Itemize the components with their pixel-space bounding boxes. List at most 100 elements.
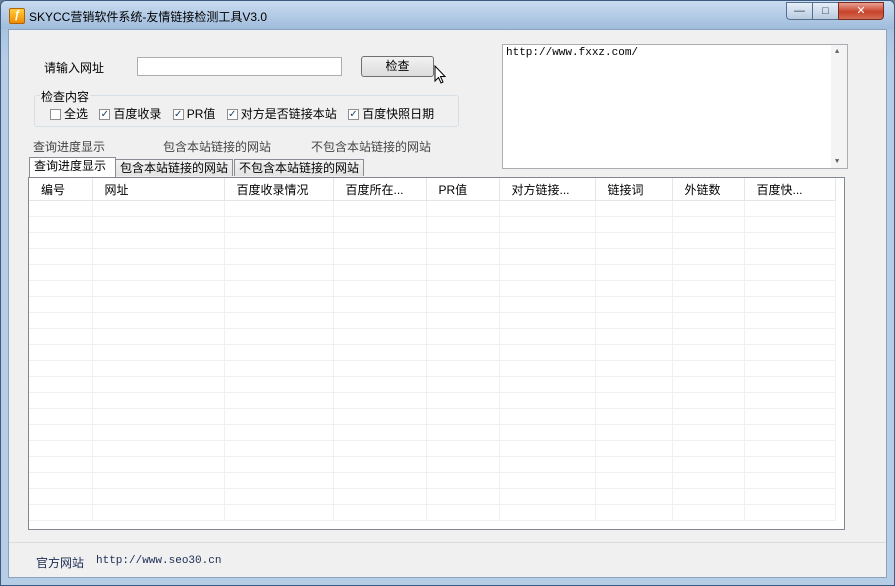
table-cell [499, 456, 596, 473]
table-row[interactable] [29, 392, 836, 409]
table-row[interactable] [29, 456, 836, 473]
table-cell [744, 280, 836, 297]
table-cell [92, 312, 225, 329]
table-row[interactable] [29, 408, 836, 425]
table-cell [333, 456, 427, 473]
table-row[interactable] [29, 280, 836, 297]
option-backlink[interactable]: ✓ 对方是否链接本站 [226, 105, 337, 122]
table-cell [92, 376, 225, 393]
url-list-textarea[interactable]: http://www.fxxz.com/ ▲ ▼ [502, 44, 848, 169]
column-header[interactable]: 百度快... [744, 178, 836, 201]
table-row[interactable] [29, 344, 836, 361]
option-snapshot-date[interactable]: ✓ 百度快照日期 [348, 105, 434, 122]
table-cell [499, 424, 596, 441]
table-row[interactable] [29, 472, 836, 489]
table-cell [29, 328, 93, 345]
table-row[interactable] [29, 200, 836, 217]
table-cell [426, 200, 500, 217]
title-bar[interactable]: ƒ SKYCC营销软件系统-友情链接检测工具V3.0 — □ ✕ [1, 1, 894, 29]
table-row[interactable] [29, 504, 836, 521]
maximize-button[interactable]: □ [812, 2, 839, 20]
table-cell [499, 392, 596, 409]
app-icon[interactable]: ƒ [9, 8, 25, 24]
checkbox-baidu-index[interactable]: ✓ [99, 109, 111, 121]
checkbox-select-all[interactable] [50, 109, 61, 121]
table-row[interactable] [29, 296, 836, 313]
table-cell [426, 296, 500, 313]
checkbox-pr[interactable]: ✓ [172, 109, 184, 121]
table-cell [672, 312, 745, 329]
checkbox-snapshot-date[interactable]: ✓ [348, 109, 360, 121]
table-cell [499, 216, 596, 233]
table-cell [499, 296, 596, 313]
table-cell [426, 472, 500, 489]
table-cell [595, 312, 673, 329]
table-cell [499, 440, 596, 457]
option-baidu-index[interactable]: ✓ 百度收录 [99, 105, 161, 122]
checkbox-backlink[interactable]: ✓ [226, 109, 238, 121]
table-cell [426, 488, 500, 505]
column-header[interactable]: 对方链接... [499, 178, 596, 201]
table-cell [499, 488, 596, 505]
column-header[interactable]: 编号 [29, 178, 93, 201]
table-cell [92, 424, 225, 441]
table-cell [92, 488, 225, 505]
column-header[interactable]: 网址 [92, 178, 225, 201]
table-cell [333, 264, 427, 281]
table-row[interactable] [29, 440, 836, 457]
table-row[interactable] [29, 376, 836, 393]
table-cell [672, 472, 745, 489]
table-cell [499, 472, 596, 489]
table-row[interactable] [29, 488, 836, 505]
table-cell [499, 504, 596, 521]
column-header[interactable]: 外链数 [672, 178, 745, 201]
table-cell [92, 360, 225, 377]
table-header-row: 编号 网址 百度收录情况 百度所在... PR值 对方链接... 链接词 外链数… [29, 178, 836, 201]
table-row[interactable] [29, 248, 836, 265]
table-row[interactable] [29, 328, 836, 345]
table-row[interactable] [29, 232, 836, 249]
table-cell [426, 232, 500, 249]
option-pr[interactable]: ✓ PR值 [172, 105, 215, 122]
column-header[interactable]: 链接词 [595, 178, 673, 201]
table-cell [426, 456, 500, 473]
tab-containing-sites[interactable]: 包含本站链接的网站 [115, 159, 233, 176]
table-row[interactable] [29, 216, 836, 233]
table-cell [744, 232, 836, 249]
table-cell [224, 472, 334, 489]
table-cell [224, 328, 334, 345]
table-cell [29, 392, 93, 409]
table-cell [499, 408, 596, 425]
table-row[interactable] [29, 360, 836, 377]
table-cell [595, 424, 673, 441]
table-cell [672, 440, 745, 457]
close-button[interactable]: ✕ [838, 2, 884, 20]
official-site-link[interactable]: http://www.seo30.cn [96, 555, 221, 567]
table-cell [29, 408, 93, 425]
url-input[interactable] [137, 57, 342, 76]
table-cell [29, 200, 93, 217]
column-header[interactable]: 百度收录情况 [224, 178, 334, 201]
table-cell [92, 280, 225, 297]
scroll-up-icon[interactable]: ▲ [835, 48, 839, 56]
table-cell [744, 504, 836, 521]
table-cell [224, 360, 334, 377]
scroll-down-icon[interactable]: ▼ [835, 158, 839, 166]
option-select-all[interactable]: 全选 [50, 105, 88, 122]
table-cell [595, 408, 673, 425]
tab-query-progress[interactable]: 查询进度显示 [29, 157, 116, 177]
column-header[interactable]: 百度所在... [333, 178, 427, 201]
table-cell [29, 488, 93, 505]
table-row[interactable] [29, 264, 836, 281]
table-row[interactable] [29, 424, 836, 441]
column-header[interactable]: PR值 [426, 178, 500, 201]
table-cell [744, 200, 836, 217]
minimize-button[interactable]: — [786, 2, 813, 20]
table-cell [744, 296, 836, 313]
check-button[interactable]: 检查 [361, 56, 434, 77]
table-cell [29, 360, 93, 377]
table-cell [29, 312, 93, 329]
table-row[interactable] [29, 312, 836, 329]
tab-not-containing-sites[interactable]: 不包含本站链接的网站 [234, 159, 364, 176]
textarea-scrollbar[interactable]: ▲ ▼ [831, 45, 847, 168]
